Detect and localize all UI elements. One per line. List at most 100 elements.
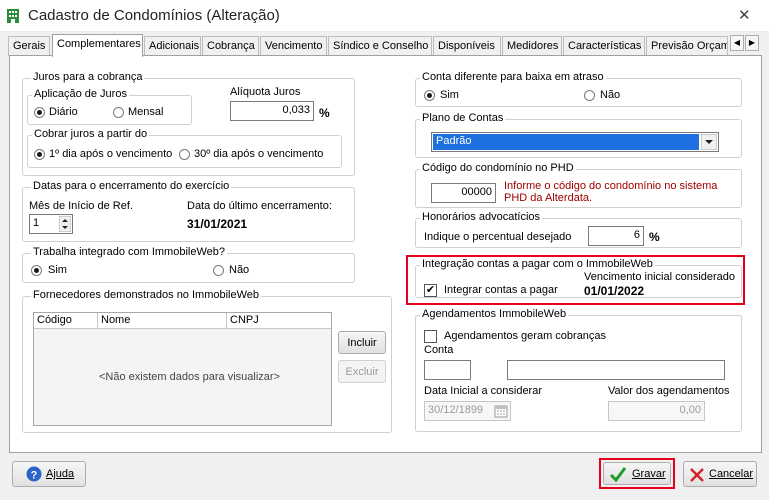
- conta-diferente-sim-radio[interactable]: [424, 90, 435, 101]
- tab-previsao-orcamentaria[interactable]: Previsão Orçam: [646, 36, 728, 56]
- trigesimo-dia-label: 30º dia após o vencimento: [194, 148, 324, 160]
- tab-scroll-left-icon[interactable]: ◀: [730, 35, 744, 51]
- col-nome[interactable]: Nome: [101, 314, 130, 326]
- grid-header: Código Nome CNPJ: [34, 313, 331, 329]
- tab-vencimento[interactable]: Vencimento: [260, 36, 327, 56]
- svg-text:?: ?: [31, 470, 38, 482]
- conta-diferente-nao-radio[interactable]: [584, 90, 595, 101]
- conta-codigo-input[interactable]: [424, 360, 471, 380]
- conta-diferente-legend: Conta diferente para baixa em atraso: [420, 71, 606, 83]
- mensal-label: Mensal: [128, 106, 164, 118]
- integracao-contas-pagar-group: Integração contas a pagar com o Immobile…: [415, 258, 742, 298]
- integrado-sim-radio[interactable]: [31, 265, 42, 276]
- plano-contas-selected: Padrão: [433, 134, 699, 150]
- immobileweb-integrado-legend: Trabalha integrado com ImmobileWeb?: [31, 246, 227, 258]
- primeiro-dia-label: 1º dia após o vencimento: [49, 148, 173, 160]
- diario-radio[interactable]: [34, 107, 45, 118]
- codigo-phd-group: Código do condomínio no PHD 00000 Inform…: [415, 162, 742, 208]
- honorarios-input[interactable]: 6: [588, 226, 644, 246]
- spin-arrows-icon[interactable]: [59, 216, 71, 232]
- data-inicial-label: Data Inicial a considerar: [424, 385, 543, 397]
- juros-group: Juros para a cobrança Aplicação de Juros…: [22, 71, 355, 176]
- primeiro-dia-radio[interactable]: [34, 149, 45, 160]
- agendamentos-legend: Agendamentos ImmobileWeb: [420, 308, 569, 320]
- building-icon: [7, 9, 19, 23]
- close-icon[interactable]: ✕: [738, 6, 751, 24]
- ajuda-label: Ajuda: [46, 468, 75, 480]
- conta-label: Conta: [424, 344, 454, 356]
- excluir-button[interactable]: Excluir: [338, 360, 386, 383]
- mensal-radio[interactable]: [113, 107, 124, 118]
- col-codigo[interactable]: Código: [37, 314, 72, 326]
- cancel-x-icon: [690, 468, 704, 482]
- title-bar: Cadastro de Condomínios (Alteração) ✕: [0, 0, 769, 32]
- plano-contas-group: Plano de Contas Padrão: [415, 112, 742, 158]
- data-inicial-value: 30/12/1899: [428, 404, 484, 416]
- valor-agendamentos-label: Valor dos agendamentos: [608, 385, 730, 397]
- ultimo-encerramento-value: 31/01/2021: [187, 217, 248, 231]
- juros-legend: Juros para a cobrança: [31, 71, 145, 83]
- integracao-legend: Integração contas a pagar com o Immobile…: [420, 258, 655, 270]
- tab-panel-complementares: Juros para a cobrança Aplicação de Juros…: [9, 55, 762, 453]
- incluir-button[interactable]: Incluir: [338, 331, 386, 354]
- codigo-phd-hint: Informe o código do condomínio no sistem…: [504, 180, 718, 204]
- vencimento-inicial-value: 01/01/2022: [584, 284, 645, 298]
- tab-cobranca[interactable]: Cobrança: [202, 36, 259, 56]
- datas-encerramento-legend: Datas para o encerramento do exercício: [31, 180, 232, 192]
- agendamentos-cobrancas-checkbox[interactable]: [424, 330, 437, 343]
- chevron-down-icon[interactable]: [701, 134, 717, 150]
- plano-contas-select[interactable]: Padrão: [431, 132, 719, 152]
- tab-sindico-conselho[interactable]: Síndico e Conselho: [328, 36, 432, 56]
- fornecedores-legend: Fornecedores demonstrados no ImmobileWeb: [31, 289, 262, 301]
- data-inicial-input[interactable]: 30/12/1899: [424, 401, 511, 421]
- integrar-contas-label: Integrar contas a pagar: [444, 284, 558, 296]
- tab-medidores[interactable]: Medidores: [502, 36, 562, 56]
- mes-inicio-spinner[interactable]: 1: [29, 214, 73, 234]
- grid-empty-message: <Não existem dados para visualizar>: [99, 371, 280, 383]
- ajuda-button[interactable]: ? Ajuda: [12, 461, 86, 487]
- honorarios-label: Indique o percentual desejado: [424, 231, 572, 243]
- cobrar-juros-group: Cobrar juros a partir do 1º dia após o v…: [27, 128, 342, 168]
- fornecedores-grid[interactable]: Código Nome CNPJ <Não existem dados para…: [33, 312, 332, 426]
- tab-strip: Gerais Complementares Adicionais Cobranç…: [8, 34, 762, 57]
- tab-complementares[interactable]: Complementares: [52, 34, 143, 57]
- aliquota-juros-input[interactable]: 0,033: [230, 101, 314, 121]
- integrado-nao-label: Não: [229, 264, 250, 276]
- codigo-phd-input[interactable]: 00000: [431, 183, 496, 203]
- fornecedores-group: Fornecedores demonstrados no ImmobileWeb…: [22, 289, 392, 433]
- integrado-sim-label: Sim: [48, 264, 67, 276]
- trigesimo-dia-radio[interactable]: [179, 149, 190, 160]
- col-cnpj[interactable]: CNPJ: [230, 314, 259, 326]
- aliquota-juros-label: Alíquota Juros: [230, 86, 301, 98]
- honorarios-percent: %: [649, 230, 660, 244]
- diario-label: Diário: [49, 106, 78, 118]
- calendar-icon[interactable]: [494, 404, 508, 418]
- cancelar-button[interactable]: Cancelar: [683, 461, 757, 487]
- agendamentos-cobrancas-label: Agendamentos geram cobranças: [444, 330, 607, 342]
- honorarios-legend: Honorários advocatícios: [420, 211, 543, 223]
- tab-adicionais[interactable]: Adicionais: [144, 36, 201, 56]
- gravar-label: Gravar: [632, 468, 666, 480]
- mes-inicio-label: Mês de Início de Ref.: [29, 200, 133, 212]
- aplicacao-juros-legend: Aplicação de Juros: [32, 88, 129, 100]
- integrar-contas-checkbox[interactable]: ✔: [424, 284, 437, 297]
- honorarios-group: Honorários advocatícios Indique o percen…: [415, 211, 742, 248]
- conta-diferente-group: Conta diferente para baixa em atraso Sim…: [415, 71, 742, 107]
- conta-diferente-nao-label: Não: [600, 89, 621, 101]
- integrado-nao-radio[interactable]: [213, 265, 224, 276]
- vencimento-inicial-label: Vencimento inicial considerado: [584, 271, 736, 283]
- mes-inicio-value: 1: [33, 217, 40, 229]
- ultimo-encerramento-label: Data do último encerramento:: [187, 200, 332, 212]
- tab-caracteristicas[interactable]: Características: [563, 36, 645, 56]
- cancelar-label: Cancelar: [709, 468, 754, 480]
- gravar-button[interactable]: Gravar: [603, 462, 671, 485]
- tab-scroll-right-icon[interactable]: ▶: [745, 35, 759, 51]
- codigo-phd-legend: Código do condomínio no PHD: [420, 162, 576, 174]
- tab-gerais[interactable]: Gerais: [8, 36, 50, 56]
- datas-encerramento-group: Datas para o encerramento do exercício M…: [22, 180, 355, 242]
- valor-agendamentos-input[interactable]: 0,00: [608, 401, 705, 421]
- aliquota-percent: %: [319, 106, 330, 120]
- conta-descricao-input[interactable]: [507, 360, 725, 380]
- cobrar-juros-legend: Cobrar juros a partir do: [32, 128, 150, 140]
- tab-disponiveis[interactable]: Disponíveis: [433, 36, 501, 56]
